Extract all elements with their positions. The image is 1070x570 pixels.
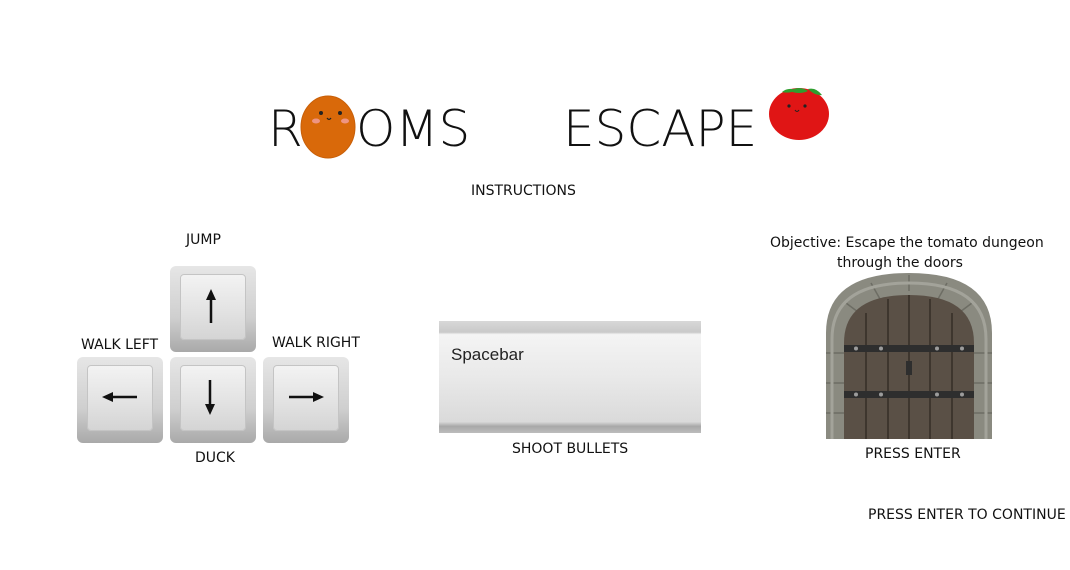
continue-prompt[interactable]: PRESS ENTER TO CONTINUE — [868, 508, 1066, 522]
objective-line-1: Objective: Escape the tomato dungeon — [770, 235, 1044, 251]
up-arrow-key[interactable] — [170, 266, 256, 352]
arrow-right-icon — [289, 392, 324, 402]
spacebar-key[interactable]: Spacebar — [439, 321, 701, 433]
left-arrow-key[interactable] — [77, 357, 163, 443]
title-word-escape: ESCAPE — [563, 100, 758, 158]
press-enter-label: PRESS ENTER — [865, 446, 961, 462]
arrow-left-icon — [102, 392, 137, 402]
tomato-character-icon — [768, 83, 830, 141]
instructions-heading: INSTRUCTIONS — [471, 183, 576, 199]
duck-label: DUCK — [195, 450, 235, 466]
jump-label: JUMP — [186, 232, 221, 248]
spacebar-key-label: Spacebar — [451, 345, 524, 364]
potato-character-icon — [300, 93, 356, 159]
dungeon-door-icon[interactable] — [826, 273, 992, 439]
title-word-rooms-rest: OMS — [356, 100, 471, 158]
walk-left-label: WALK LEFT — [81, 337, 159, 353]
arrow-down-icon — [205, 380, 215, 415]
walk-right-label: WALK RIGHT — [272, 335, 360, 351]
right-arrow-key[interactable] — [263, 357, 349, 443]
objective-line-2: through the doors — [837, 255, 963, 271]
title-letter-r: R — [268, 100, 303, 158]
arrow-up-icon — [206, 289, 216, 323]
down-arrow-key[interactable] — [170, 357, 256, 443]
shoot-bullets-label: SHOOT BULLETS — [512, 441, 629, 457]
